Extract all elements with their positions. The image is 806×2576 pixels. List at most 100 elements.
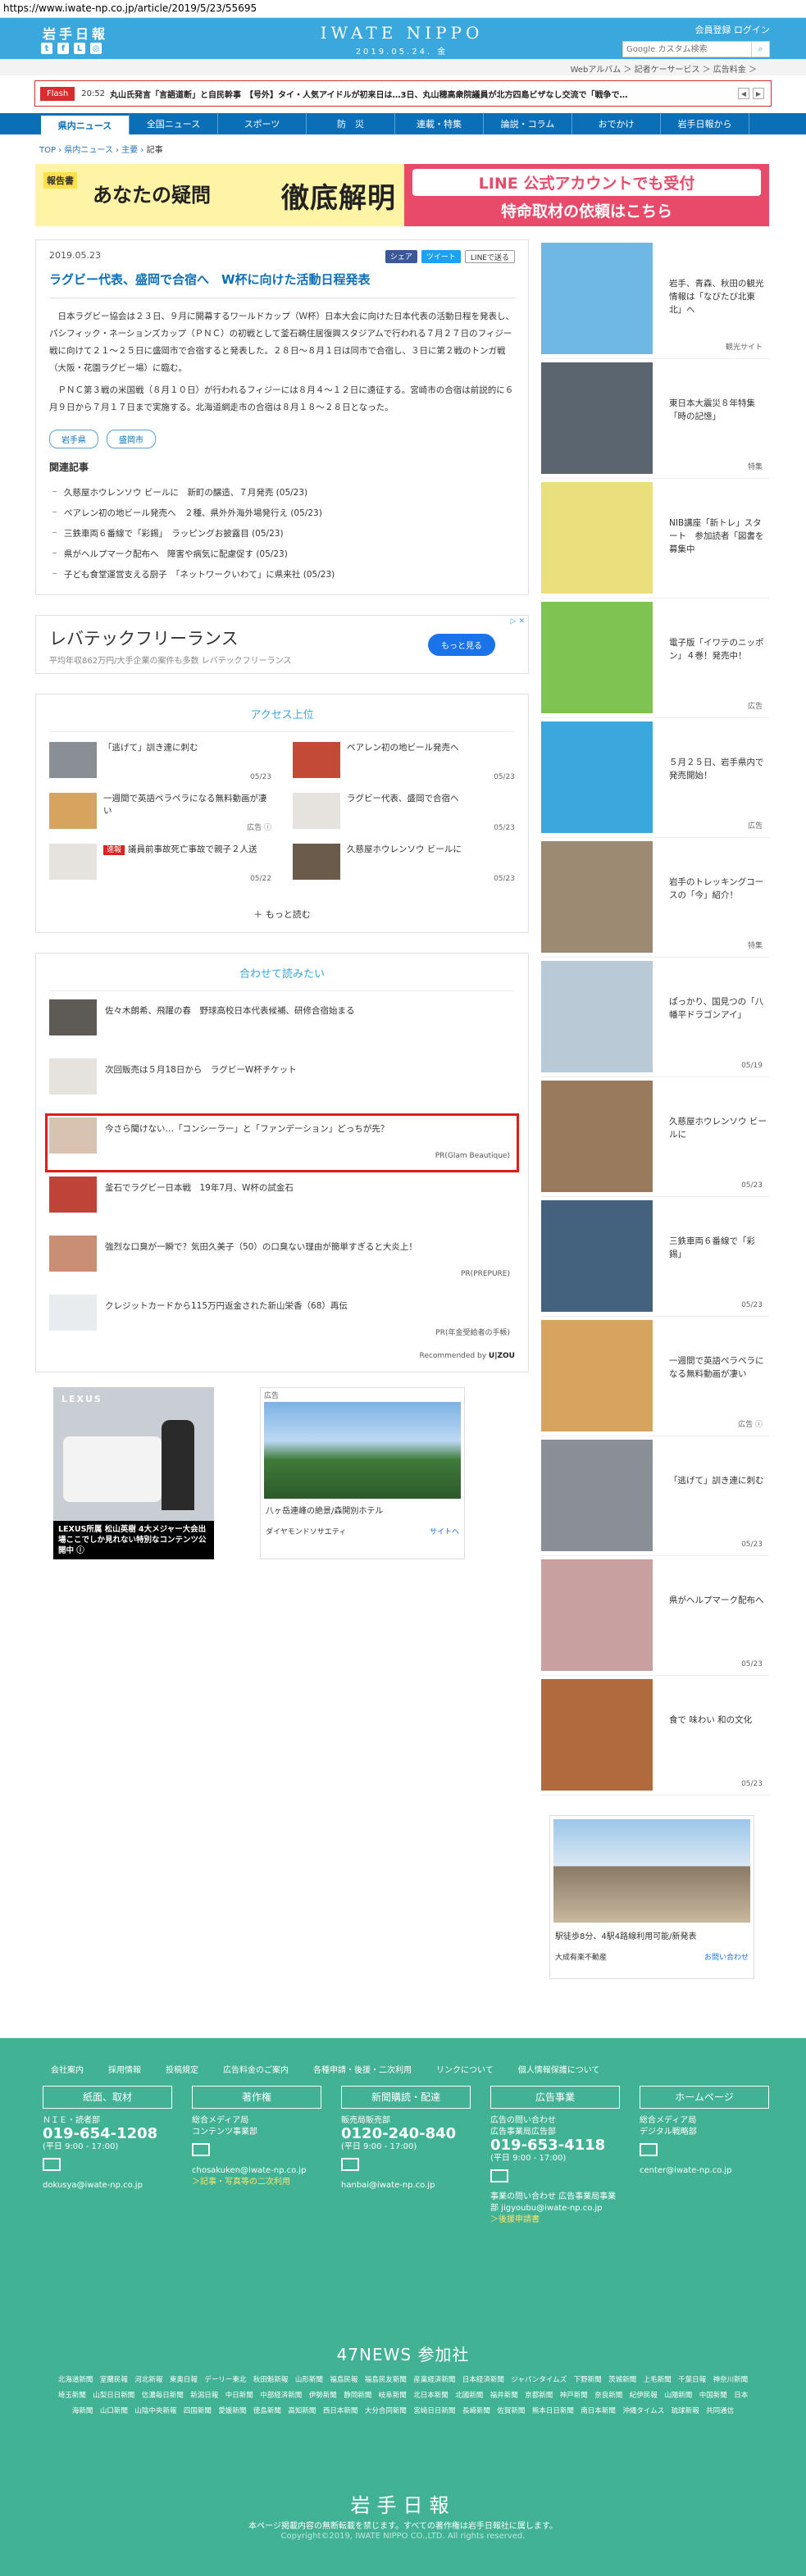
tag[interactable]: 岩手県	[49, 430, 98, 448]
site-logo[interactable]: 岩手日報	[43, 23, 108, 43]
recommend-item[interactable]: 強烈な口臭が一瞬で？気田久美子（50）の口臭ない理由が簡単すぎると大炎上！ PR(…	[49, 1236, 515, 1286]
lexus-ad[interactable]: LEXUS LEXUS所属 松山英樹 4大メジャー大会出場ここでしか見れない特別…	[53, 1387, 214, 1559]
email-address[interactable]: center@iwate-np.co.jp	[640, 2165, 769, 2177]
footer-column-link[interactable]: ＞後援申請書	[490, 2214, 620, 2226]
footer-column-link[interactable]: ＞記事・写真等の二次利用	[192, 2177, 321, 2188]
search-icon[interactable]: ⌕	[752, 41, 770, 57]
read-more-button[interactable]: ＋ もっと読む	[49, 903, 515, 921]
sidebar-item[interactable]: 岩手のトレッキングコースの「今」紹介！ 特集	[541, 838, 769, 958]
hotel-site-link[interactable]: サイトへ	[430, 1526, 459, 1536]
nav-item[interactable]: 防 災	[307, 113, 395, 134]
access-item[interactable]: ラグビー代表、盛岡で合宿へ 05/23	[293, 793, 515, 835]
related-link[interactable]: 県がヘルプマーク配布へ 障害や病気に配慮促す (05/23)	[49, 544, 515, 564]
phone-number[interactable]: 019-653-4118	[490, 2138, 620, 2153]
text-ad[interactable]: レバテックフリーランス 平均年収862万円/大手企業の案件も多数 レバテックフリ…	[35, 615, 529, 674]
footer-column-heading[interactable]: 新聞購読・配達	[341, 2086, 471, 2109]
ad-choices-icon[interactable]: ▷ ✕	[511, 617, 525, 626]
sidebar-ad-link[interactable]: お問い合わせ	[704, 1951, 749, 1962]
sidebar-ad[interactable]: 駅徒歩8分、4駅4路線利用可能/新発表 大成有楽不動産 お問い合わせ	[549, 1815, 754, 1979]
footer-column-heading[interactable]: ホームページ	[640, 2086, 769, 2109]
tag[interactable]: 盛岡市	[107, 430, 156, 448]
mail-icon[interactable]	[192, 2143, 210, 2156]
mail-icon[interactable]	[490, 2169, 508, 2182]
footer-link[interactable]: 会社案内	[51, 2063, 84, 2075]
related-link[interactable]: 子ども食堂運営支える厨子 「ネットワークいわて」に県来社 (05/23)	[49, 564, 515, 585]
line-share-button[interactable]: LINEで送る	[464, 250, 515, 263]
facebook-icon[interactable]: f	[57, 43, 69, 54]
mail-icon[interactable]	[640, 2143, 658, 2156]
twitter-icon[interactable]: t	[41, 43, 52, 54]
sidebar-item[interactable]: 一週間で英語ペラペラになる無料動画が凄い 広告 ⓘ	[541, 1317, 769, 1436]
sidebar-item[interactable]: 電子版「イワテのニッポン」４巻！発売中！ 広告	[541, 598, 769, 718]
footer-column-heading[interactable]: 著作権	[192, 2086, 321, 2109]
top-banner-ad[interactable]: 報告書 あなたの疑問 徹底解明 LINE 公式アカウントでも受付 特命取材の依頼…	[35, 164, 769, 226]
recommend-item[interactable]: 次回販売は５月18日から ラグビーW杯チケット	[49, 1058, 515, 1109]
breadcrumb-top[interactable]: TOP	[39, 146, 56, 155]
breadcrumb-main[interactable]: 主要	[121, 146, 138, 155]
footer-link[interactable]: 各種申請・後援・二次利用	[313, 2063, 412, 2075]
related-link[interactable]: 久慈屋ホウレンソウ ビールに 新町の醸造、７月発売 (05/23)	[49, 482, 515, 503]
sidebar-item[interactable]: 三鉄車両６番線で「彩錫」 05/23	[541, 1197, 769, 1317]
email-address[interactable]: dokusya@iwate-np.co.jp	[43, 2180, 172, 2191]
related-link[interactable]: ペアレン初の地ビール発売へ ２種、県外外海外場発行え (05/23)	[49, 503, 515, 523]
news47-papers[interactable]: 北海道新聞 室蘭民報 河北新報 東奥日報 デーリー東北 秋田魁新報 山形新聞 福…	[57, 2373, 755, 2419]
footer-column-heading[interactable]: 紙面、取材	[43, 2086, 172, 2109]
email-address[interactable]: 事業の問い合わせ 広告事業局事業部 jigyoubu@iwate-np.co.j…	[490, 2191, 620, 2214]
flash-text[interactable]: 丸山氏発言「言語道断」と自民幹事 【号外】タイ・人気アイドルが初来日は…3日、丸…	[110, 88, 700, 100]
mail-icon[interactable]	[341, 2158, 359, 2171]
ad-more-button[interactable]: もっと見る	[428, 634, 495, 656]
access-item[interactable]: 速報 議員前事故死亡事故で親子２人送 05/22	[49, 844, 271, 886]
footer-link[interactable]: 個人情報保護について	[518, 2063, 600, 2075]
nav-item[interactable]: スポーツ	[218, 113, 307, 134]
footer-link[interactable]: 広告料金のご案内	[223, 2063, 289, 2075]
main-logo[interactable]: IWATE NIPPO 2019.05.24. 金	[320, 23, 484, 57]
hotel-ad[interactable]: 広告 八ヶ岳連峰の絶景/森開別ホテル ダイヤモンドソサエティ サイトへ	[260, 1387, 465, 1559]
account-links[interactable]: 会員登録 ログイン	[622, 23, 771, 36]
sidebar-item[interactable]: 岩手、青森、秋田の観光情報は「なびたび北東北」へ 観光サイト	[541, 239, 769, 359]
mail-icon[interactable]	[43, 2158, 61, 2171]
recommend-item[interactable]: 釜石でラグビー日本戦 19年7月、W杯の試金石	[49, 1176, 515, 1227]
sidebar-item[interactable]: ぱっかり、国見つの「八幡平ドラゴンアイ」 05/19	[541, 958, 769, 1077]
recommend-item[interactable]: 佐々木朗希、飛躍の春 野球高校日本代表候補、研修合宿始まる	[49, 999, 515, 1050]
access-item[interactable]: 久慈屋ホウレンソウ ビールに 05/23	[293, 844, 515, 886]
line-icon[interactable]: L	[74, 43, 85, 54]
footer-link[interactable]: 採用情報	[108, 2063, 141, 2075]
footer-link[interactable]: リンクについて	[436, 2063, 494, 2075]
sidebar-item[interactable]: NIB講座「新トレ」スタート 参加読者「図書を募集中	[541, 479, 769, 598]
sub-links[interactable]: Webアルバム ＞ 記者ケーサービス ＞ 広告料金 ＞	[0, 59, 806, 75]
related-link[interactable]: 三鉄車両６番線で「彩錫」 ラッピングお披露目 (05/23)	[49, 523, 515, 544]
recommend-item[interactable]: 今さら聞けない…「コンシーラー」と「ファンデーション」どっちが先？ PR(Glam…	[45, 1113, 519, 1172]
nav-item[interactable]: 岩手日報から	[661, 113, 749, 134]
twitter-share-button[interactable]: ツイート	[421, 250, 461, 263]
sidebar-item[interactable]: 東日本大震災８年特集「時の記憶」 特集	[541, 359, 769, 479]
address-bar[interactable]: https://www.iwate-np.co.jp/article/2019/…	[0, 0, 806, 18]
nav-item[interactable]: 全国ニュース	[130, 113, 218, 134]
sidebar-item[interactable]: ５月２５日、岩手県内で発売開始！ 広告	[541, 718, 769, 838]
sidebar-item[interactable]: 食で 味わい 和の文化 05/23	[541, 1676, 769, 1795]
nav-item[interactable]: おでかけ	[572, 113, 661, 134]
sidebar-item[interactable]: 久慈屋ホウレンソウ ビールに 05/23	[541, 1077, 769, 1197]
next-icon[interactable]: ▶	[753, 88, 764, 99]
nav-item[interactable]: 連載・特集	[395, 113, 484, 134]
footer-column-heading[interactable]: 広告事業	[490, 2086, 620, 2109]
phone-number[interactable]: 0120-240-840	[341, 2127, 471, 2141]
nav-item[interactable]: 論説・コラム	[484, 113, 572, 134]
phone-number[interactable]: 019-654-1208	[43, 2127, 172, 2141]
facebook-share-button[interactable]: シェア	[385, 250, 417, 263]
instagram-icon[interactable]: ◎	[90, 43, 102, 54]
footer-logo[interactable]: 岩手日報	[0, 2489, 806, 2518]
search-input[interactable]	[622, 41, 752, 57]
rec-brand[interactable]: U|ZOU	[489, 1352, 515, 1360]
sidebar-item[interactable]: 県がヘルプマーク配布へ 05/23	[541, 1556, 769, 1676]
prev-icon[interactable]: ◀	[738, 88, 749, 99]
access-item[interactable]: 「逃げて」訓き連に刺む 05/23	[49, 742, 271, 785]
recommend-item[interactable]: クレジットカードから115万円返金された新山栄香（68）再伝 PR(年金受給者の手…	[49, 1295, 515, 1345]
breadcrumb-local[interactable]: 県内ニュース	[64, 146, 113, 155]
email-address[interactable]: chosakuken@iwate-np.co.jp	[192, 2165, 321, 2177]
nav-item[interactable]: 県内ニュース	[41, 113, 130, 134]
footer-link[interactable]: 投稿規定	[166, 2063, 198, 2075]
access-item[interactable]: ペアレン初の地ビール発売へ 05/23	[293, 742, 515, 785]
access-item[interactable]: 一週間で英語ペラペラになる無料動画が凄い 広告 ⓘ	[49, 793, 271, 835]
email-address[interactable]: hanbai@iwate-np.co.jp	[341, 2180, 471, 2191]
sidebar-item[interactable]: 「逃げて」訓き連に刺む 05/23	[541, 1436, 769, 1556]
